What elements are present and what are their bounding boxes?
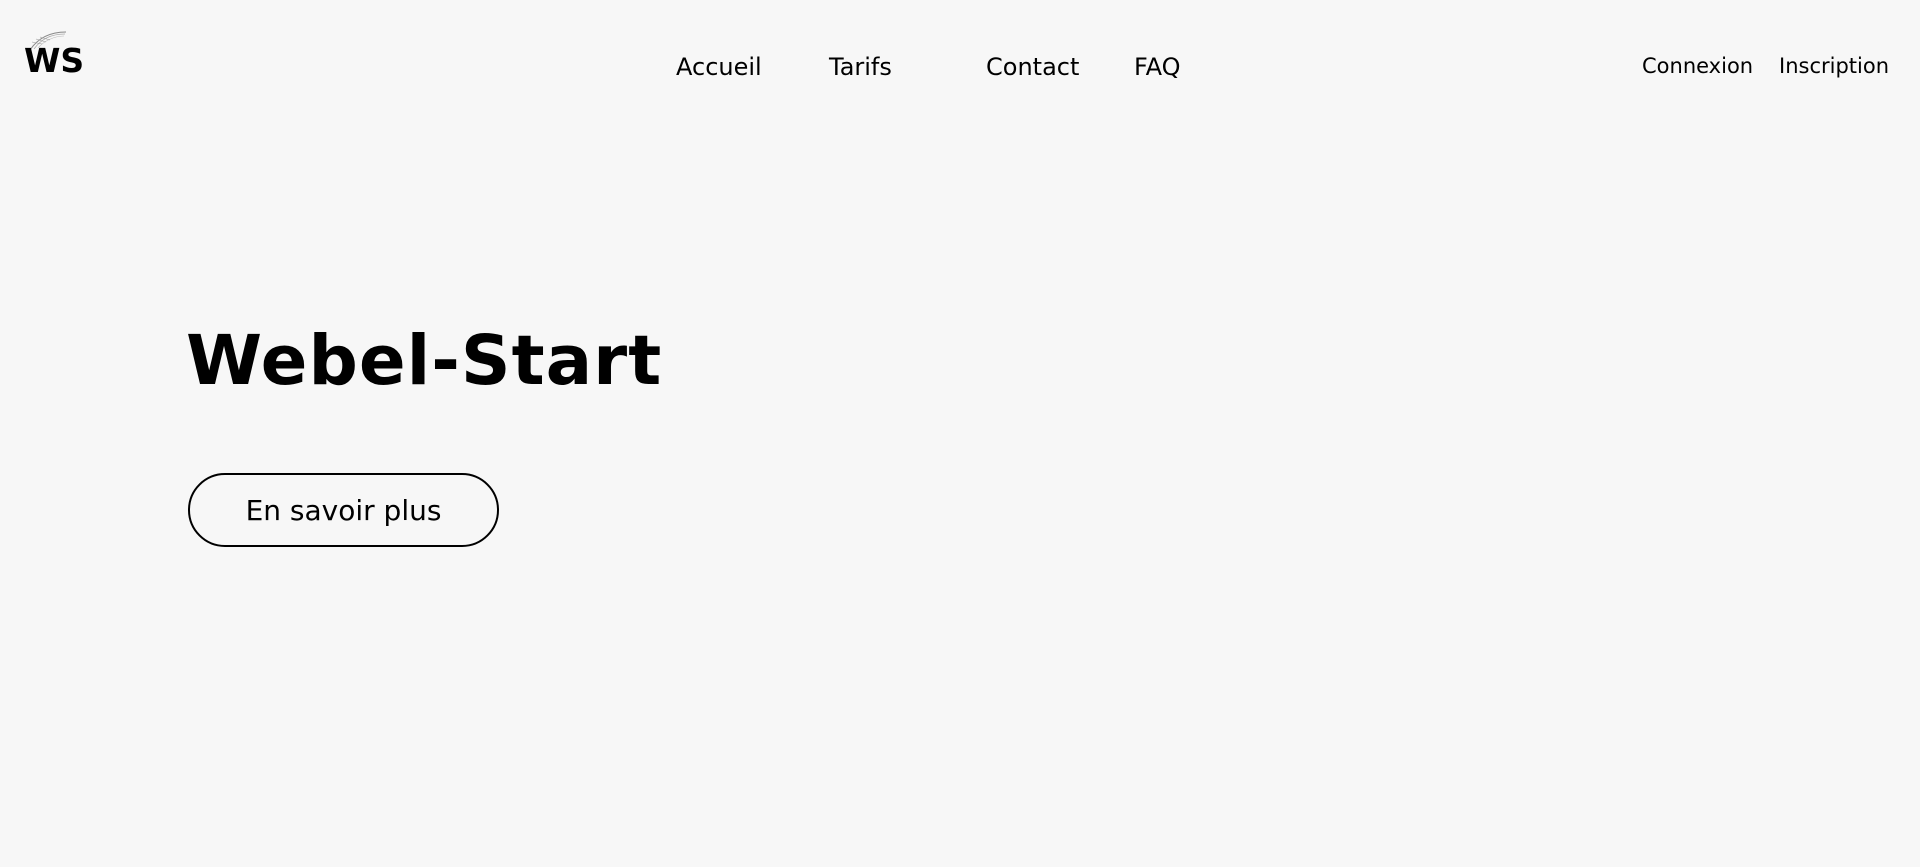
login-link[interactable]: Connexion: [1642, 52, 1753, 80]
nav-link-contact[interactable]: Contact: [986, 51, 1079, 83]
site-logo[interactable]: WS: [24, 30, 88, 82]
signup-link[interactable]: Inscription: [1779, 52, 1889, 80]
learn-more-button[interactable]: En savoir plus: [188, 473, 499, 547]
learn-more-label: En savoir plus: [245, 493, 442, 527]
nav-link-faq[interactable]: FAQ: [1134, 51, 1181, 83]
logo-text: WS: [24, 41, 85, 80]
nav-link-pricing[interactable]: Tarifs: [829, 51, 892, 83]
hero-title: Webel-Start: [186, 321, 663, 401]
nav-link-home[interactable]: Accueil: [676, 51, 762, 83]
